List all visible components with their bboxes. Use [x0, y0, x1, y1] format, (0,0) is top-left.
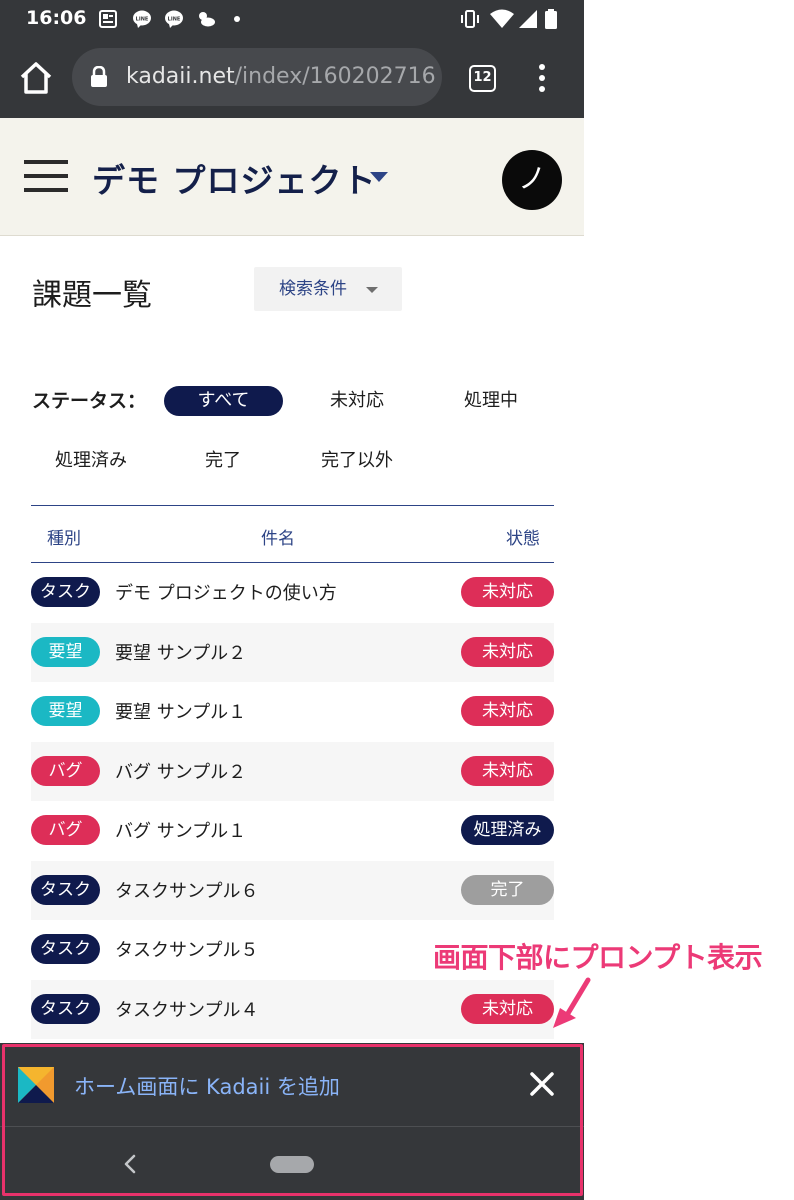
browser-toolbar: kadaii.net/index/160202716 12	[0, 38, 584, 118]
vibrate-icon	[461, 10, 479, 28]
filter-done[interactable]: 完了	[186, 446, 260, 476]
status-badge: 完了	[461, 874, 554, 905]
table-row[interactable]: 要望 要望 サンプル２ 未対応	[31, 622, 554, 682]
type-badge-task: タスク	[31, 577, 100, 607]
phone-screen: 16:06 LINE LINE kadaii.net/index/1602027…	[0, 0, 584, 1200]
lock-icon	[91, 66, 107, 87]
filter-unhandled[interactable]: 未対応	[310, 386, 404, 416]
project-selector[interactable]: デモ プロジェクト	[92, 154, 377, 202]
status-filter-label: ステータス：	[32, 390, 147, 412]
user-avatar[interactable]: ノ	[502, 150, 562, 210]
caret-down-icon	[366, 287, 378, 293]
hamburger-menu-icon[interactable]	[24, 160, 68, 192]
issue-title-link[interactable]: 要望 サンプル１	[115, 698, 246, 724]
address-bar[interactable]: kadaii.net/index/160202716	[72, 48, 442, 106]
app-header: デモ プロジェクト ノ	[0, 118, 584, 236]
type-badge-bug: バグ	[31, 755, 100, 786]
more-vert-icon[interactable]	[532, 62, 552, 94]
filter-in-progress[interactable]: 処理中	[444, 386, 538, 416]
type-badge-task: タスク	[31, 934, 100, 964]
home-icon[interactable]	[18, 60, 54, 96]
issue-title-link[interactable]: 要望 サンプル２	[115, 639, 246, 665]
filter-all[interactable]: すべて	[164, 386, 283, 416]
filter-processed[interactable]: 処理済み	[36, 446, 146, 476]
issue-title-link[interactable]: タスクサンプル４	[115, 996, 258, 1022]
status-badge: 未対応	[461, 636, 554, 667]
page-title: 課題一覧	[32, 278, 152, 313]
header-state: 状態	[506, 529, 540, 549]
type-badge-request: 要望	[31, 696, 100, 726]
header-title: 件名	[261, 529, 295, 549]
weather-icon	[199, 12, 215, 27]
issue-title-link[interactable]: バグ サンプル２	[115, 758, 246, 784]
table-row[interactable]: バグ バグ サンプル２ 未対応	[31, 741, 554, 801]
status-badge: 処理済み	[461, 815, 554, 845]
table-row[interactable]: タスク タスクサンプル６ 完了	[31, 860, 554, 920]
signal-icon	[519, 10, 537, 28]
type-badge-task: タスク	[31, 993, 100, 1024]
table-row[interactable]: 要望 要望 サンプル１ 未対応	[31, 682, 554, 742]
header-type: 種別	[47, 529, 81, 549]
status-time: 16:06	[26, 7, 87, 29]
type-badge-request: 要望	[31, 636, 100, 667]
table-header: 種別 件名 状態	[31, 505, 554, 563]
svg-text:LINE: LINE	[168, 17, 181, 23]
caret-down-icon[interactable]	[370, 172, 388, 182]
table-row[interactable]: バグ バグ サンプル１ 処理済み	[31, 801, 554, 861]
annotation-highlight-box	[2, 1044, 583, 1196]
issue-title-link[interactable]: バグ サンプル１	[115, 817, 246, 843]
wifi-icon	[490, 9, 514, 28]
table-row[interactable]: タスク タスクサンプル４ 未対応	[31, 979, 554, 1039]
annotation-text: 画面下部にプロンプト表示	[433, 941, 763, 974]
url-host: kadaii.net	[126, 64, 235, 89]
news-icon	[99, 10, 117, 28]
line-icon: LINE	[165, 10, 183, 28]
url-text: kadaii.net/index/160202716	[126, 64, 436, 89]
line-icon: LINE	[133, 10, 151, 28]
svg-text:LINE: LINE	[136, 17, 149, 23]
status-badge: 未対応	[461, 993, 554, 1024]
annotation-arrow-icon	[553, 977, 591, 1028]
issue-title-link[interactable]: デモ プロジェクトの使い方	[115, 579, 337, 605]
type-badge-bug: バグ	[31, 815, 100, 845]
filter-not-done[interactable]: 完了以外	[302, 446, 412, 476]
issue-title-link[interactable]: タスクサンプル６	[115, 877, 258, 903]
search-conditions-button[interactable]: 検索条件	[254, 267, 402, 311]
status-bar: 16:06 LINE LINE	[0, 0, 584, 38]
status-badge: 未対応	[461, 696, 554, 726]
dot-icon	[234, 16, 240, 22]
battery-icon	[545, 9, 557, 29]
status-badge: 未対応	[461, 755, 554, 786]
type-badge-task: タスク	[31, 874, 100, 905]
tabs-icon[interactable]: 12	[469, 65, 496, 92]
issue-title-link[interactable]: タスクサンプル５	[115, 936, 258, 962]
url-path: /index/160202716	[234, 64, 436, 89]
table-row[interactable]: タスク デモ プロジェクトの使い方 未対応	[31, 563, 554, 623]
status-badge: 未対応	[461, 577, 554, 607]
